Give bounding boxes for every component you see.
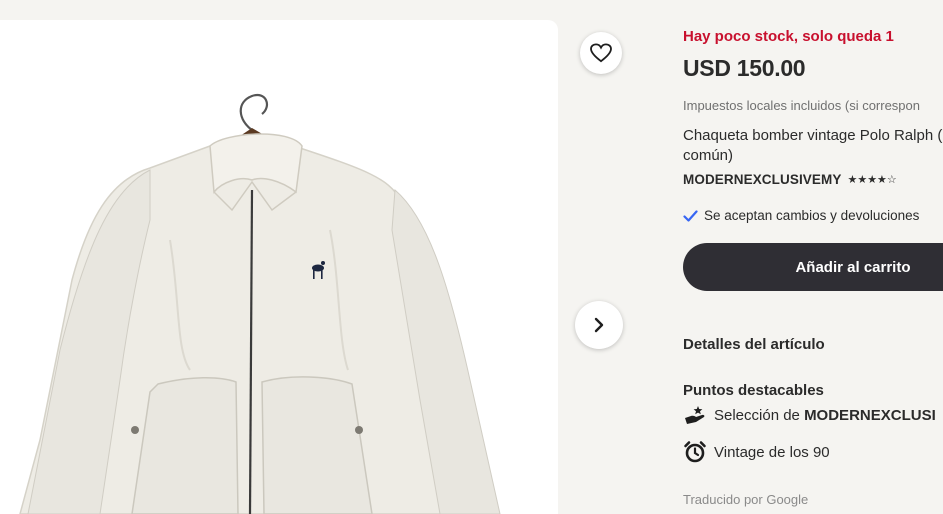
alarm-clock-icon bbox=[684, 441, 706, 463]
highlights-heading: Puntos destacables bbox=[683, 382, 824, 399]
chevron-right-icon bbox=[594, 317, 604, 333]
seller-name[interactable]: MODERNEXCLUSIVEMY bbox=[683, 172, 841, 187]
next-image-button[interactable] bbox=[575, 301, 623, 349]
item-details-link[interactable]: Detalles del artículo bbox=[683, 336, 825, 353]
highlight-item: Selección de MODERNEXCLUSI bbox=[683, 404, 936, 426]
product-image[interactable] bbox=[0, 20, 558, 514]
listing-info: Hay poco stock, solo queda 1 USD 150.00 … bbox=[683, 0, 943, 514]
add-to-cart-label: Añadir al carrito bbox=[795, 258, 911, 276]
checkmark-icon bbox=[683, 209, 698, 222]
watchlist-button[interactable] bbox=[580, 32, 622, 74]
heart-icon bbox=[590, 43, 612, 63]
stock-notice: Hay poco stock, solo queda 1 bbox=[683, 28, 894, 45]
tax-note: Impuestos locales incluidos (si correspo… bbox=[683, 98, 920, 113]
highlight-seller-name: MODERNEXCLUSI bbox=[804, 406, 936, 424]
add-to-cart-button[interactable]: Añadir al carrito bbox=[683, 243, 943, 291]
jacket-photo bbox=[19, 93, 501, 514]
price: USD 150.00 bbox=[683, 55, 806, 81]
highlight-seller-prefix: Selección de bbox=[714, 406, 805, 424]
returns-policy: Se aceptan cambios y devoluciones bbox=[683, 208, 919, 223]
item-title: Chaqueta bomber vintage Polo Ralph (poco… bbox=[683, 127, 943, 164]
highlight-vintage: Vintage de los 90 bbox=[714, 443, 830, 461]
returns-label: Se aceptan cambios y devoluciones bbox=[704, 208, 920, 223]
seller-info[interactable]: MODERNEXCLUSIVEMY ★★★★☆ bbox=[683, 172, 897, 187]
translated-by-google: Traducido por Google bbox=[683, 492, 809, 507]
highlight-item: Vintage de los 90 bbox=[683, 440, 830, 464]
hand-star-icon bbox=[685, 406, 705, 424]
seller-rating-stars: ★★★★☆ bbox=[847, 174, 897, 186]
